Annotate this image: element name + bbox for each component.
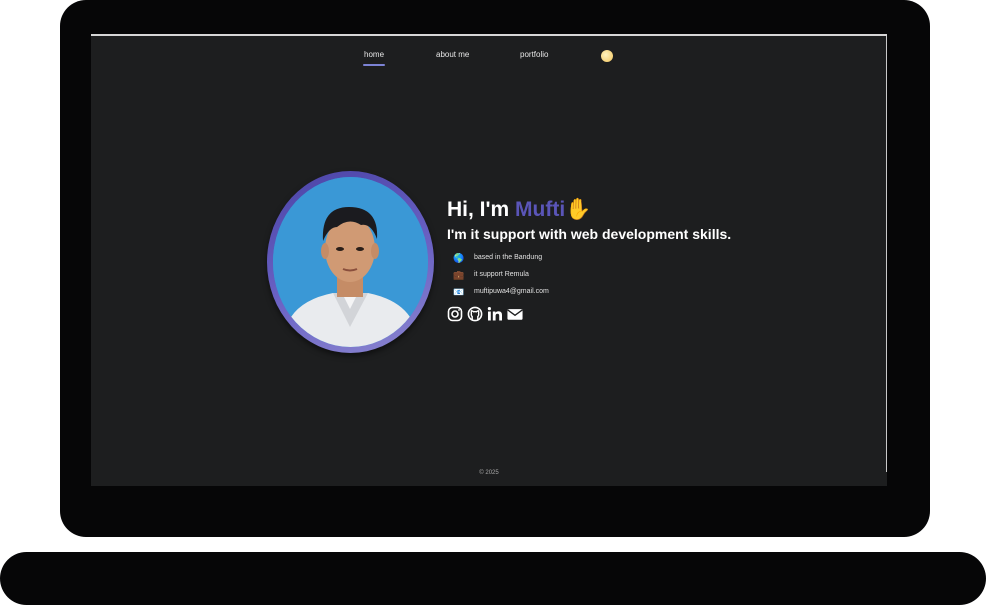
info-text: muftipuwa4@gmail.com [474, 288, 549, 295]
laptop-base [0, 552, 986, 605]
avatar [273, 177, 428, 347]
tagline: I'm it support with web development skil… [447, 226, 732, 242]
moon-icon[interactable] [601, 50, 613, 62]
nav-home[interactable]: home [362, 50, 386, 66]
instagram-icon[interactable] [447, 306, 463, 322]
laptop-mockup: home about me portfolio Hi, I'm Mufti✋ I… [0, 0, 986, 606]
info-list: 🌎 based in the Bandung 💼 it support Remu… [447, 249, 867, 300]
screen-top-edge [91, 34, 887, 36]
nav-portfolio[interactable]: portfolio [520, 50, 548, 59]
globe-icon: 🌎 [453, 252, 465, 263]
email-card-icon: 📧 [453, 286, 465, 297]
greeting-heading: Hi, I'm Mufti✋ [447, 196, 867, 224]
name-highlight: Mufti [515, 198, 566, 221]
info-text: based in the Bandung [474, 254, 543, 261]
nav-about-me[interactable]: about me [436, 50, 469, 59]
screen-right-edge [886, 36, 887, 472]
mail-icon[interactable] [507, 306, 523, 322]
info-text: it support Remula [474, 271, 529, 278]
info-item-job: 💼 it support Remula [447, 266, 867, 283]
laptop-screen: home about me portfolio Hi, I'm Mufti✋ I… [91, 34, 887, 486]
waving-hand-icon: ✋ [565, 198, 592, 221]
info-item-email: 📧 muftipuwa4@gmail.com [447, 283, 867, 300]
info-item-location: 🌎 based in the Bandung [447, 249, 867, 266]
linkedin-icon[interactable] [487, 306, 503, 322]
intro-section: Hi, I'm Mufti✋ I'm it support with web d… [447, 196, 867, 322]
footer-copyright: © 2025 [479, 470, 499, 476]
briefcase-icon: 💼 [453, 269, 465, 280]
greeting-text: Hi, I'm [447, 198, 516, 221]
social-links [447, 306, 867, 322]
top-nav: home about me portfolio [91, 50, 887, 74]
avatar-frame [267, 171, 434, 353]
profile-photo [273, 177, 428, 347]
github-icon[interactable] [467, 306, 483, 322]
